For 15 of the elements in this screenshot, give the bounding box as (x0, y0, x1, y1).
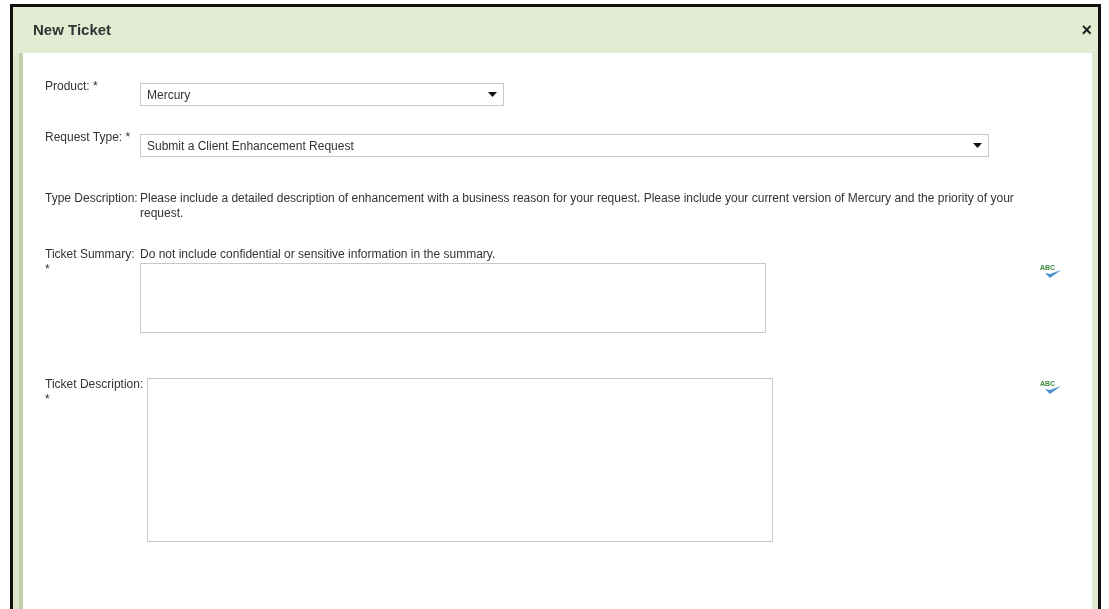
window-title: New Ticket (33, 19, 112, 40)
caret-icon (488, 92, 497, 97)
dropdown[interactable]: Mercury (140, 83, 504, 106)
summary-hint: Do not include confidential or sensitive information in the summary. (140, 247, 497, 262)
dropdown[interactable]: Submit a Client Enhancement Request (140, 134, 989, 157)
type-description: Please include a detailed description of enhancement with a business reason for your request. Please include your current version of Mercury and the priority of your request. (140, 191, 1015, 221)
field-label: Type Description: (45, 191, 139, 207)
field-label: Ticket Summary: * (45, 247, 136, 278)
field-label: Ticket Description: * (45, 377, 145, 408)
summary-field[interactable] (140, 263, 766, 333)
close-button[interactable]: × (1081, 21, 1092, 39)
description-field[interactable] (147, 378, 773, 542)
field-label: Product: * (45, 79, 99, 95)
caret-icon (973, 143, 982, 148)
field-label: Request Type: * (45, 130, 132, 146)
